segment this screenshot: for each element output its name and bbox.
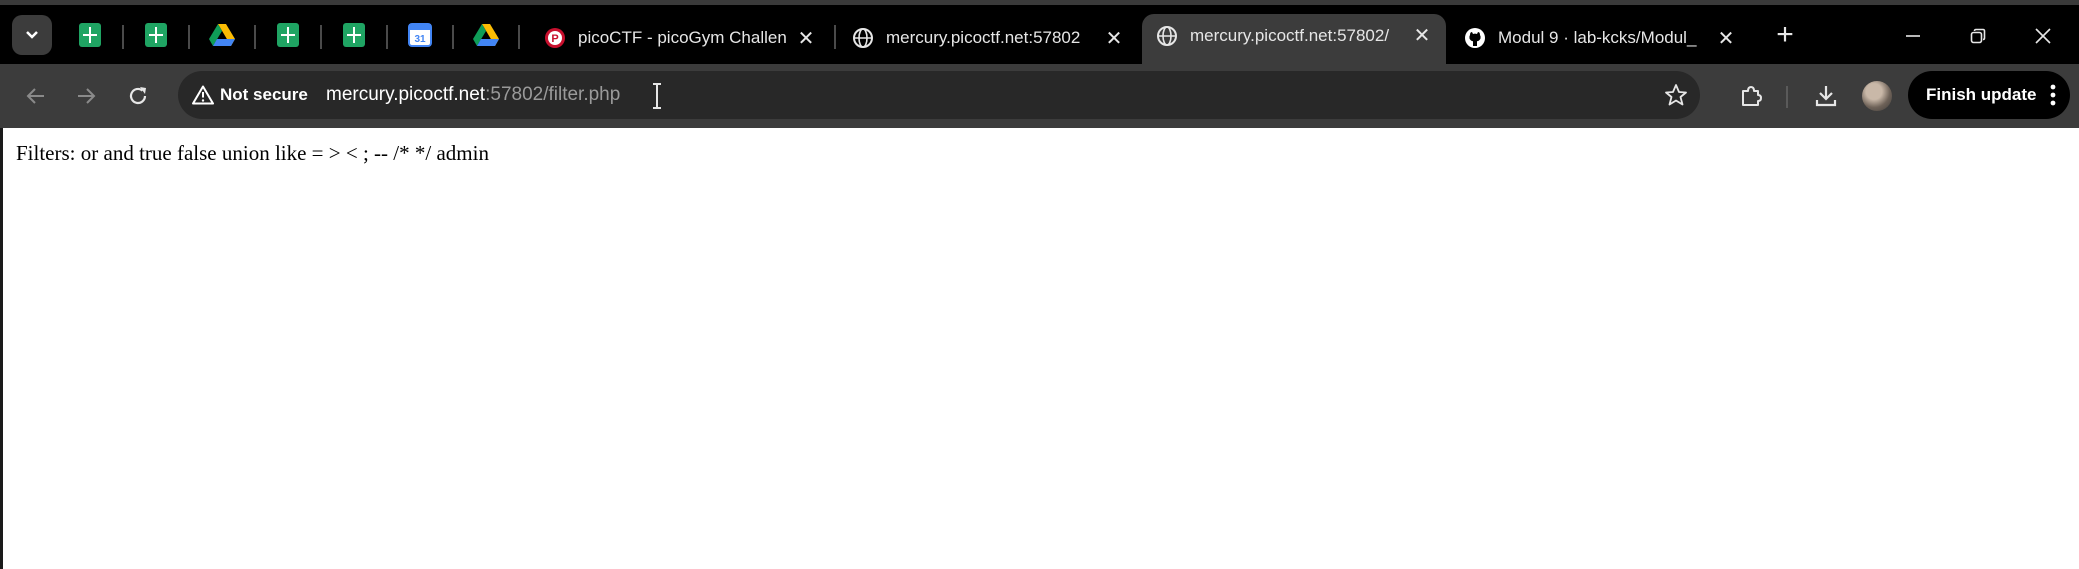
pinned-tab-sheets[interactable] [141,20,171,50]
tab-picoctf[interactable]: P picoCTF - picoGym Challen ✕ [530,18,830,58]
tab-divider [188,25,190,49]
tab-divider [320,25,322,49]
security-label: Not secure [220,85,308,104]
toolbar-divider [1786,86,1788,108]
address-bar[interactable]: Not secure mercury.picoctf.net:57802/fil… [178,71,1700,119]
url-text[interactable]: mercury.picoctf.net:57802/filter.php [326,71,620,119]
warning-icon [192,85,214,105]
filters-text: Filters: or and true false union like = … [16,141,489,165]
plus-icon: + [1776,18,1794,51]
drive-icon [209,24,235,46]
tab-mercury-active[interactable]: mercury.picoctf.net:57802/ ✕ [1142,14,1446,69]
url-path: :57802/filter.php [485,84,621,105]
forward-arrow-icon [78,88,96,104]
close-icon [2035,28,2051,44]
globe-icon [852,27,874,49]
sheets-icon [343,23,365,47]
download-icon [1815,86,1837,107]
tab-divider [518,25,520,49]
finish-update-button[interactable]: Finish update [1908,71,2070,119]
tab-title: mercury.picoctf.net:57802 [886,28,1081,47]
chevron-down-icon [26,31,38,39]
drive-icon [473,24,499,46]
new-tab-button[interactable]: + [1770,19,1800,53]
tab-title: mercury.picoctf.net:57802/ [1190,25,1390,45]
profile-avatar[interactable] [1862,81,1892,111]
tab-divider [452,25,454,49]
svg-text:31: 31 [414,34,426,45]
close-icon[interactable]: ✕ [1104,26,1124,51]
tab-mercury-1[interactable]: mercury.picoctf.net:57802 ✕ [838,18,1138,58]
globe-icon [1156,25,1178,47]
pinned-tab-drive[interactable] [471,20,501,50]
github-icon [1464,27,1486,49]
sheets-icon [277,23,299,47]
back-arrow-icon [26,88,44,104]
tab-title: picoCTF - picoGym Challen [578,28,786,47]
reload-button[interactable] [120,78,156,114]
restore-icon [1970,28,1986,44]
close-icon[interactable]: ✕ [796,26,816,51]
downloads-button[interactable] [1808,78,1844,114]
close-icon[interactable]: ✕ [1412,23,1432,48]
extensions-button[interactable] [1733,78,1769,114]
browser-window: 31 P picoCTF - picoGym Challen ✕ mercury… [0,0,2079,569]
tab-github[interactable]: Modul 9 · lab-kcks/Modul_ ✕ [1450,18,1750,58]
url-host: mercury.picoctf.net [326,84,486,105]
close-icon[interactable]: ✕ [1716,26,1736,51]
restore-button[interactable] [1958,19,1998,55]
bookmark-star-icon[interactable] [1664,83,1688,107]
tab-strip: 31 P picoCTF - picoGym Challen ✕ mercury… [0,0,2079,69]
reload-icon [129,87,147,105]
pinned-tab-sheets[interactable] [339,20,369,50]
pinned-tab-drive[interactable] [207,20,237,50]
calendar-icon: 31 [408,23,432,47]
page-content: Filters: or and true false union like = … [0,128,2079,569]
pinned-tab-sheets[interactable] [75,20,105,50]
minimize-icon [1906,35,1920,37]
security-indicator[interactable]: Not secure [192,71,308,119]
forward-button[interactable] [68,78,104,114]
tab-title: Modul 9 · lab-kcks/Modul_ [1498,28,1697,47]
tab-divider [834,25,836,49]
sheets-icon [145,23,167,47]
back-button[interactable] [18,78,54,114]
tab-divider [254,25,256,49]
picoctf-icon: P [544,27,566,49]
pinned-tab-calendar[interactable]: 31 [405,20,435,50]
toolbar: Not secure mercury.picoctf.net:57802/fil… [0,64,2079,128]
more-menu-icon[interactable] [2050,83,2056,107]
finish-update-label: Finish update [1926,85,2037,104]
text-cursor-icon [653,83,661,109]
close-window-button[interactable] [2023,19,2063,55]
tab-divider [122,25,124,49]
tab-search-button[interactable] [12,15,52,55]
svg-text:P: P [551,33,558,45]
pinned-tab-sheets[interactable] [273,20,303,50]
tab-divider [386,25,388,49]
puzzle-icon [1742,86,1762,106]
sheets-icon [79,23,101,47]
minimize-button[interactable] [1893,19,1933,55]
